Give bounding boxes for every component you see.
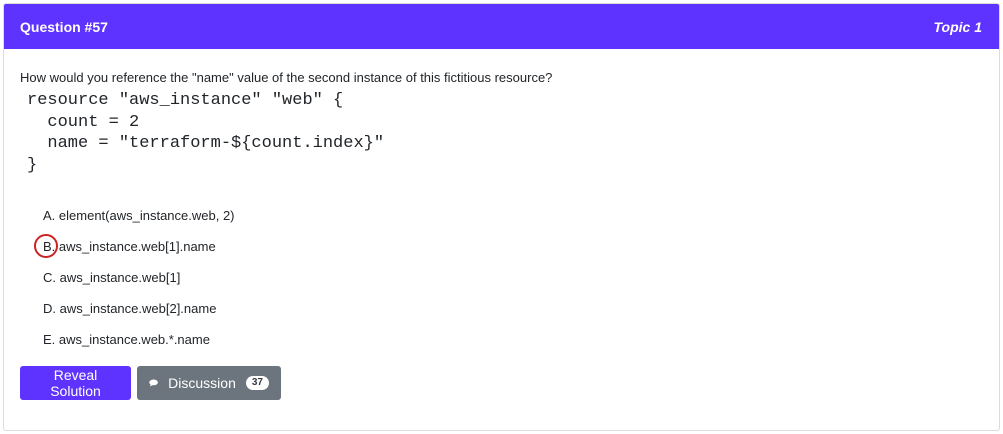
question-header: Question #57 Topic 1 bbox=[4, 4, 999, 49]
question-body: How would you reference the "name" value… bbox=[4, 49, 999, 400]
question-number: Question #57 bbox=[20, 18, 108, 35]
choice-letter: E. bbox=[43, 332, 56, 347]
choice-text: aws_instance.web[2].name bbox=[59, 301, 217, 316]
choice-c[interactable]: C. aws_instance.web[1] bbox=[20, 262, 983, 293]
choice-text: element(aws_instance.web, 2) bbox=[58, 208, 235, 223]
choice-a[interactable]: A. element(aws_instance.web, 2) bbox=[20, 200, 983, 231]
choice-text: aws_instance.web.*.name bbox=[58, 332, 210, 347]
selection-circle-mark bbox=[34, 234, 58, 258]
question-text: How would you reference the "name" value… bbox=[20, 70, 553, 85]
choice-letter: A. bbox=[43, 208, 56, 223]
choice-text: aws_instance.web[1] bbox=[59, 270, 181, 285]
discussion-button[interactable]: Discussion 37 bbox=[137, 366, 281, 400]
choice-d[interactable]: D. aws_instance.web[2].name bbox=[20, 293, 983, 324]
topic-label: Topic 1 bbox=[933, 18, 983, 35]
choice-letter: B. bbox=[34, 231, 58, 262]
answer-choices: A. element(aws_instance.web, 2) B. aws_i… bbox=[20, 200, 983, 355]
discussion-label: Discussion bbox=[168, 375, 236, 391]
reveal-solution-button[interactable]: Reveal Solution bbox=[20, 366, 131, 400]
chat-bubble-icon bbox=[149, 379, 158, 387]
choice-text: aws_instance.web[1].name bbox=[58, 239, 216, 254]
code-snippet: resource "aws_instance" "web" { count = … bbox=[27, 91, 385, 175]
discussion-count-badge: 37 bbox=[245, 376, 269, 390]
choice-letter: C. bbox=[43, 270, 56, 285]
choice-letter: D. bbox=[43, 301, 56, 316]
question-card: Question #57 Topic 1 How would you refer… bbox=[3, 3, 1000, 431]
choice-e[interactable]: E. aws_instance.web.*.name bbox=[20, 324, 983, 355]
choice-b[interactable]: B. aws_instance.web[1].name bbox=[20, 231, 983, 262]
action-buttons: Reveal Solution Discussion 37 bbox=[20, 366, 983, 400]
